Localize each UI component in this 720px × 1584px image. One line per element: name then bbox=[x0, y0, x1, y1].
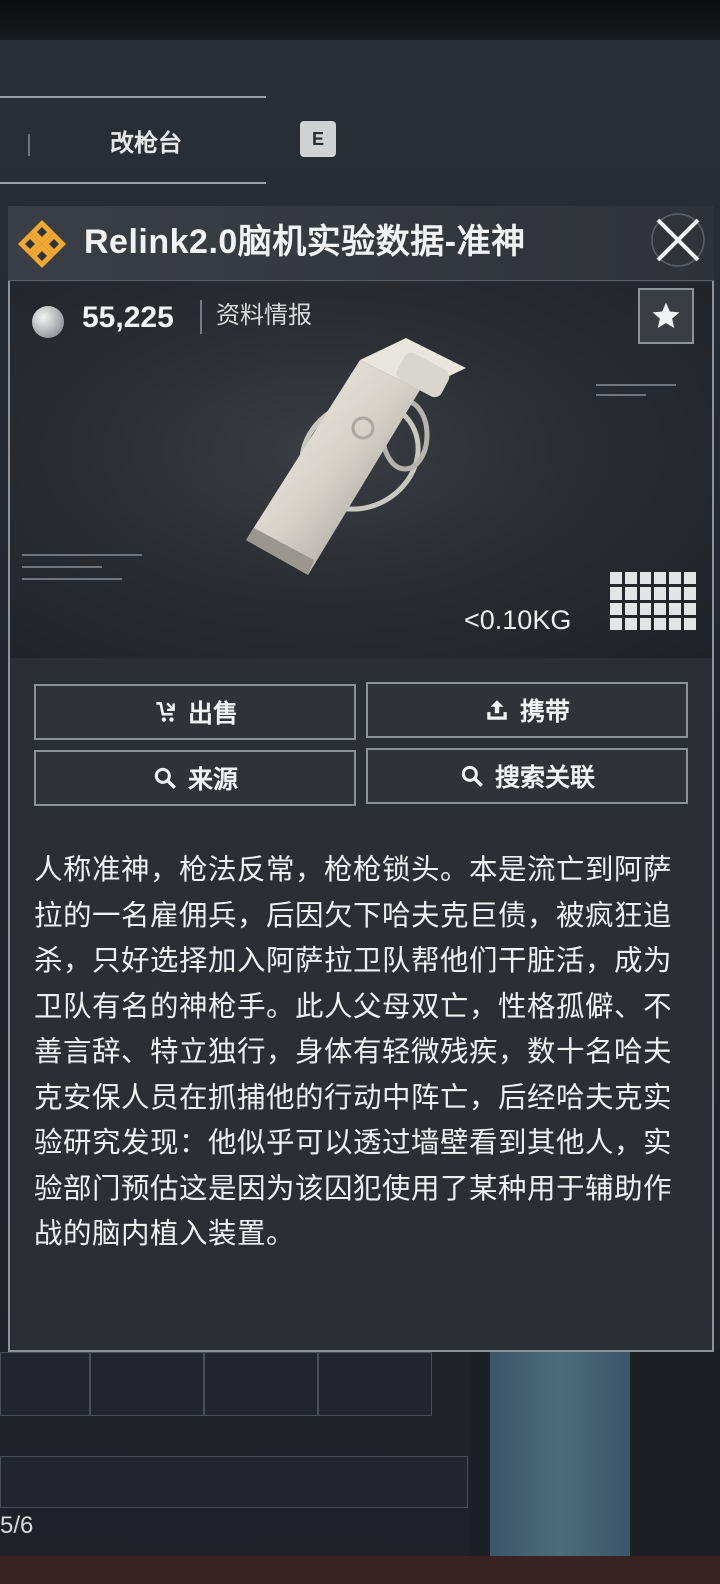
usb-drive-icon bbox=[246, 338, 466, 575]
sell-button[interactable]: 出售 bbox=[34, 684, 356, 740]
decor-line bbox=[22, 566, 102, 568]
search-related-button[interactable]: 搜索关联 bbox=[366, 748, 688, 804]
decor-line bbox=[22, 578, 122, 580]
inventory-cell[interactable] bbox=[204, 1352, 318, 1416]
decor-line bbox=[596, 394, 646, 396]
inventory-cell[interactable] bbox=[318, 1352, 432, 1416]
inventory-cell[interactable] bbox=[90, 1352, 204, 1416]
tab-border-bottom bbox=[0, 182, 266, 184]
sell-button-label: 出售 bbox=[187, 700, 238, 728]
search-related-button-label: 搜索关联 bbox=[494, 764, 595, 792]
price-separator bbox=[200, 300, 202, 334]
item-price: 55,225 bbox=[82, 301, 174, 334]
background-blue-panel bbox=[490, 1352, 630, 1584]
source-button-label: 来源 bbox=[187, 766, 238, 794]
tab-gunsmith-label: 改枪台 bbox=[110, 129, 182, 157]
inventory-slot-bar[interactable] bbox=[0, 1456, 468, 1508]
star-icon bbox=[652, 302, 680, 328]
decor-line bbox=[596, 384, 676, 386]
favorite-button[interactable] bbox=[638, 288, 694, 344]
carry-button-label: 携带 bbox=[519, 698, 570, 726]
decor-line bbox=[22, 554, 142, 556]
rarity-diamond-icon bbox=[18, 220, 66, 268]
page-count: 5/6 bbox=[0, 1512, 34, 1539]
item-size-grid bbox=[610, 572, 696, 630]
sell-icon bbox=[156, 701, 175, 722]
tab-border-top bbox=[0, 96, 266, 98]
bottom-bar bbox=[0, 1556, 720, 1584]
search-icon bbox=[461, 765, 483, 787]
item-weight: <0.10KG bbox=[464, 605, 572, 635]
source-button[interactable]: 来源 bbox=[34, 750, 356, 806]
item-title: Relink2.0脑机实验数据-准神 bbox=[84, 223, 526, 261]
carry-button[interactable]: 携带 bbox=[366, 682, 688, 738]
close-icon[interactable] bbox=[648, 210, 708, 270]
hotkey-hint: E bbox=[300, 121, 336, 157]
currency-coin-icon bbox=[32, 306, 64, 338]
search-icon bbox=[154, 767, 176, 789]
inventory-cell[interactable] bbox=[0, 1352, 90, 1416]
tab-gunsmith[interactable]: 改枪台 bbox=[0, 100, 264, 180]
upload-icon bbox=[487, 700, 507, 720]
item-description: 人称准神，枪法反常，枪枪锁头。本是流亡到阿萨拉的一名雇佣兵，后因欠下哈夫克巨债，… bbox=[34, 854, 673, 1250]
